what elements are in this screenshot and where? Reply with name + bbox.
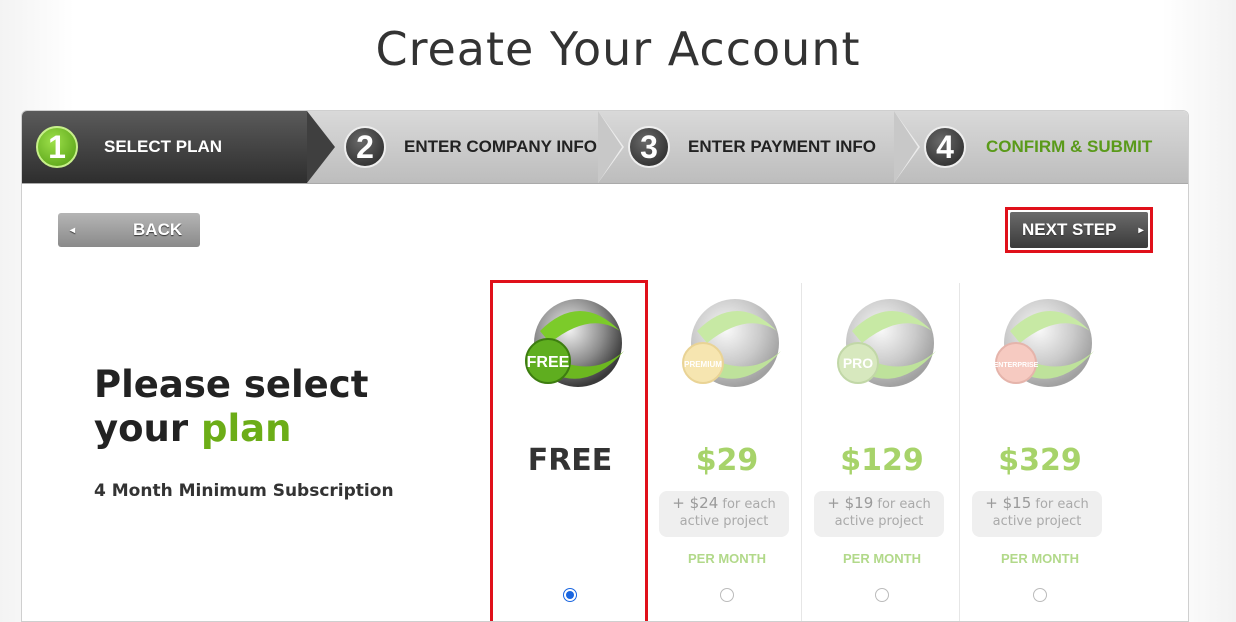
step-1-label: SELECT PLAN <box>104 137 223 156</box>
enterprise-badge-label: ENTERPRISE <box>994 362 1039 369</box>
signup-card: 1 SELECT PLAN 2 ENTER COMPANY INFO 3 ENT… <box>21 110 1189 622</box>
step-4-number-icon: 4 <box>924 126 966 168</box>
selected-plan-highlight <box>490 280 648 621</box>
step-2-label: ENTER COMPANY INFO <box>404 137 597 156</box>
back-button[interactable]: ◂ BACK <box>58 213 200 247</box>
plan-card-enterprise[interactable]: ENTERPRISE $329 + $15 for each active pr… <box>962 283 1118 621</box>
step-3-number-icon: 3 <box>628 126 670 168</box>
step-1: 1 SELECT PLAN <box>22 111 307 183</box>
premium-fee-amount: + $24 <box>672 494 719 512</box>
step-2-number-icon: 2 <box>344 126 386 168</box>
pro-plan-price: $129 <box>840 443 924 478</box>
next-step-button[interactable]: NEXT STEP ▸ <box>1010 212 1148 248</box>
headline-line-1: Please select <box>94 363 369 406</box>
step-4-label: CONFIRM & SUBMIT <box>986 137 1153 156</box>
premium-badge-label: PREMIUM <box>684 360 722 369</box>
enterprise-plan-globe-icon: ENTERPRISE <box>994 299 1094 387</box>
pro-plan-globe-icon: PRO <box>837 299 936 387</box>
step-3: 3 ENTER PAYMENT INFO <box>628 111 876 183</box>
pro-fee-amount: + $19 <box>827 494 874 512</box>
enterprise-fee-amount: + $15 <box>985 494 1032 512</box>
step-progress-bar: 1 SELECT PLAN 2 ENTER COMPANY INFO 3 ENT… <box>22 111 1188 184</box>
pro-plan-radio[interactable] <box>875 588 889 602</box>
step-2: 2 ENTER COMPANY INFO <box>344 111 597 183</box>
step-4: 4 CONFIRM & SUBMIT <box>924 111 1152 183</box>
headline-highlight: plan <box>201 407 292 450</box>
pro-fee-text-b: active project <box>834 514 924 529</box>
plan-card-premium[interactable]: PREMIUM $29 + $24 for each active projec… <box>649 283 805 621</box>
step-1-arrow <box>307 111 335 183</box>
enterprise-fee-text-b: active project <box>992 514 1082 529</box>
premium-fee-text-a: for each <box>722 497 776 512</box>
back-button-label: BACK <box>133 220 183 239</box>
premium-fee-text-b: active project <box>679 514 769 529</box>
next-arrow-icon: ▸ <box>1138 224 1144 236</box>
premium-period: PER MONTH <box>688 551 766 566</box>
premium-plan-radio[interactable] <box>720 588 734 602</box>
enterprise-fee-box: + $15 for each active project <box>972 491 1102 537</box>
premium-fee-box: + $24 for each active project <box>659 491 789 537</box>
headline-line-2: your plan <box>94 407 368 451</box>
pro-fee-text-a: for each <box>877 497 931 512</box>
step-1-number-icon: 1 <box>36 126 78 168</box>
next-step-label: NEXT STEP <box>1022 220 1117 239</box>
step-2-separator-inner <box>598 111 622 183</box>
plan-headline: Please select your plan <box>94 363 368 451</box>
step-3-label: ENTER PAYMENT INFO <box>688 137 876 156</box>
pro-fee-box: + $19 for each active project <box>814 491 944 537</box>
plan-subtitle: 4 Month Minimum Subscription <box>94 481 394 501</box>
pro-period: PER MONTH <box>843 551 921 566</box>
plan-card-pro[interactable]: PRO $129 + $19 for each active project P… <box>804 283 960 621</box>
enterprise-period: PER MONTH <box>1001 551 1079 566</box>
enterprise-plan-price: $329 <box>998 443 1082 478</box>
page-title: Create Your Account <box>375 22 861 76</box>
enterprise-fee-text-a: for each <box>1035 497 1089 512</box>
premium-plan-price: $29 <box>695 443 759 478</box>
headline-prefix: your <box>94 407 202 450</box>
back-arrow-icon: ◂ <box>70 224 76 236</box>
pro-badge-label: PRO <box>843 355 873 371</box>
enterprise-plan-radio[interactable] <box>1033 588 1047 602</box>
step-3-separator-inner <box>894 111 918 183</box>
premium-plan-globe-icon: PREMIUM <box>682 299 781 387</box>
